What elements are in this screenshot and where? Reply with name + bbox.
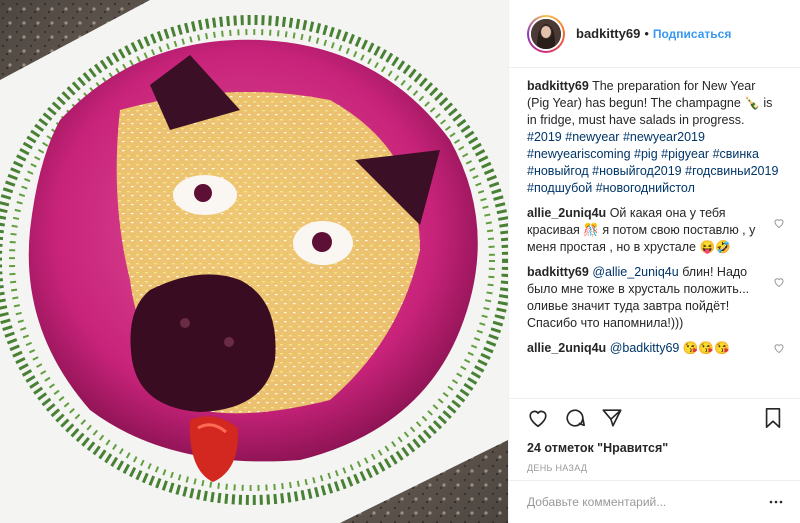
post-timestamp[interactable]: ДЕНЬ НАЗАД: [527, 463, 783, 473]
action-icons-row: [527, 407, 783, 437]
comment-username[interactable]: allie_2uniq4u: [527, 206, 606, 220]
hashtag[interactable]: #2019: [527, 130, 562, 144]
right-eye: [293, 221, 353, 265]
comment-text: 😘😘😘: [682, 341, 730, 355]
like-comment-heart-icon[interactable]: [773, 217, 785, 229]
follow-button[interactable]: Подписаться: [653, 27, 731, 41]
more-options-icon[interactable]: [769, 495, 783, 509]
post-side-panel: badkitty69 • Подписаться badkitty69 The …: [508, 0, 800, 523]
caption-username[interactable]: badkitty69: [527, 79, 589, 93]
avatar-image: [531, 18, 561, 49]
comment-bubble-icon[interactable]: [564, 407, 586, 429]
hashtag[interactable]: #годсвиньи2019: [685, 164, 778, 178]
left-nostril: [180, 318, 190, 328]
post-photo[interactable]: [0, 0, 508, 523]
header-username[interactable]: badkitty69: [576, 26, 640, 41]
hashtag[interactable]: #подшубой: [527, 181, 592, 195]
hashtag[interactable]: #pigyear: [661, 147, 709, 161]
post-header: badkitty69 • Подписаться: [509, 0, 800, 68]
avatar-story-ring[interactable]: [527, 14, 565, 53]
beet-snout: [130, 274, 276, 412]
left-eye: [173, 175, 237, 215]
comment-mention[interactable]: @badkitty69: [610, 341, 680, 355]
like-heart-icon[interactable]: [527, 407, 549, 429]
add-comment-bar: [509, 480, 800, 523]
hashtag[interactable]: #новогоднийстол: [596, 181, 695, 195]
comment-item: badkitty69 @allie_2uniq4u блин! Надо был…: [527, 264, 784, 332]
header-separator: •: [644, 26, 649, 41]
comment-username[interactable]: badkitty69: [527, 265, 589, 279]
likes-count[interactable]: 24 отметок "Нравится": [527, 441, 783, 455]
post-modal: badkitty69 • Подписаться badkitty69 The …: [0, 0, 800, 523]
comment-username[interactable]: allie_2uniq4u: [527, 341, 606, 355]
comment-item: allie_2uniq4u Ой какая она у тебя красив…: [527, 205, 784, 256]
like-comment-heart-icon[interactable]: [773, 342, 785, 354]
comment-mention[interactable]: @allie_2uniq4u: [592, 265, 678, 279]
salad-photo-illustration: [0, 0, 508, 523]
post-caption: badkitty69 The preparation for New Year …: [527, 78, 781, 197]
like-comment-heart-icon[interactable]: [773, 276, 785, 288]
hashtag[interactable]: #новыйгод: [527, 164, 589, 178]
add-comment-input[interactable]: [527, 495, 757, 509]
right-nostril: [224, 337, 234, 347]
hashtag[interactable]: #pig: [634, 147, 658, 161]
hashtag[interactable]: #newyear: [565, 130, 619, 144]
hashtag[interactable]: #newyeariscoming: [527, 147, 631, 161]
hashtag[interactable]: #newyear2019: [623, 130, 705, 144]
comments-list: badkitty69 The preparation for New Year …: [509, 68, 800, 398]
post-actions: 24 отметок "Нравится" ДЕНЬ НАЗАД: [509, 398, 800, 473]
avatar[interactable]: [529, 16, 563, 51]
share-send-icon[interactable]: [601, 407, 623, 429]
save-bookmark-icon[interactable]: [763, 407, 783, 429]
comment-item: allie_2uniq4u @badkitty69 😘😘😘: [527, 340, 784, 357]
hashtag[interactable]: #свинка: [713, 147, 759, 161]
hashtag[interactable]: #новыйгод2019: [592, 164, 681, 178]
